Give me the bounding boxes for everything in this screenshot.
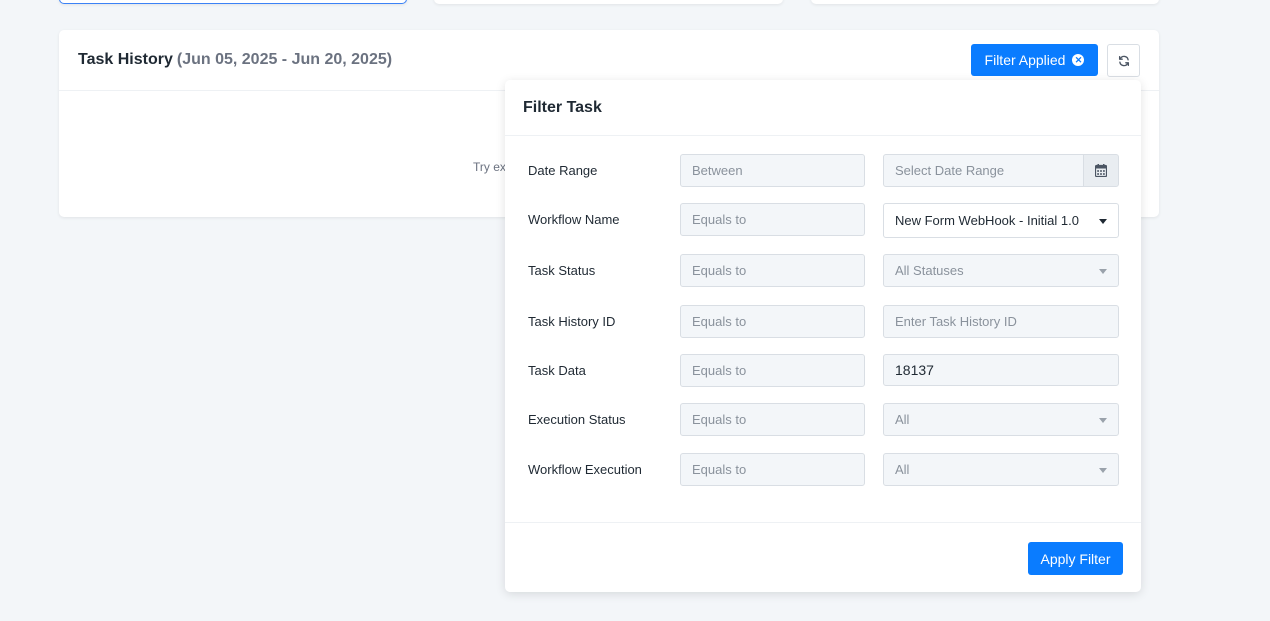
workflow-execution-operator[interactable]: Equals to <box>680 453 865 486</box>
task-status-select[interactable]: All Statuses <box>883 254 1119 287</box>
summary-card-2[interactable] <box>434 0 783 4</box>
execution-status-value: All <box>895 412 910 427</box>
chevron-down-icon <box>1099 269 1107 274</box>
filter-applied-label: Filter Applied <box>984 52 1066 68</box>
filter-label-task-status: Task Status <box>528 263 596 278</box>
workflow-execution-select[interactable]: All <box>883 453 1119 486</box>
summary-card-3[interactable] <box>811 0 1159 4</box>
workflow-name-operator[interactable]: Equals to <box>680 203 865 236</box>
chevron-down-icon <box>1099 219 1107 224</box>
filter-label-workflow-name: Workflow Name <box>528 212 620 227</box>
apply-filter-button[interactable]: Apply Filter <box>1028 542 1123 575</box>
filter-label-date-range: Date Range <box>528 163 598 178</box>
filter-row-task-history-id: Task History ID Equals to Enter Task His… <box>505 305 1141 339</box>
filter-row-date-range: Date Range Between Select Date Range <box>505 154 1141 188</box>
task-status-operator[interactable]: Equals to <box>680 254 865 287</box>
date-range-operator[interactable]: Between <box>680 154 865 187</box>
filter-panel-footer: Apply Filter <box>505 522 1141 592</box>
filter-label-task-data: Task Data <box>528 363 586 378</box>
filter-applied-button[interactable]: Filter Applied ✕ <box>971 44 1098 76</box>
chevron-down-icon <box>1099 418 1107 423</box>
filter-row-workflow-execution: Workflow Execution Equals to All <box>505 453 1141 487</box>
filter-label-execution-status: Execution Status <box>528 412 626 427</box>
filter-label-task-history-id: Task History ID <box>528 314 616 329</box>
filter-panel-title: Filter Task <box>523 98 602 116</box>
filter-row-task-status: Task Status Equals to All Statuses <box>505 254 1141 288</box>
workflow-name-select[interactable]: New Form WebHook - Initial 1.0 <box>883 203 1119 238</box>
task-status-value: All Statuses <box>895 263 964 278</box>
summary-card-1[interactable] <box>59 0 407 4</box>
date-range-input[interactable]: Select Date Range <box>883 154 1084 187</box>
refresh-button[interactable] <box>1107 44 1140 77</box>
task-data-operator[interactable]: Equals to <box>680 354 865 387</box>
task-history-id-operator[interactable]: Equals to <box>680 305 865 338</box>
workflow-name-value: New Form WebHook - Initial 1.0 <box>895 213 1079 228</box>
task-history-date-range: (Jun 05, 2025 - Jun 20, 2025) <box>176 51 393 68</box>
calendar-icon <box>1095 164 1107 177</box>
empty-state-hint: Try ex <box>473 160 506 174</box>
workflow-execution-value: All <box>895 462 910 477</box>
execution-status-operator[interactable]: Equals to <box>680 403 865 436</box>
filter-row-execution-status: Execution Status Equals to All <box>505 403 1141 437</box>
task-history-id-input[interactable]: Enter Task History ID <box>883 305 1119 338</box>
execution-status-select[interactable]: All <box>883 403 1119 436</box>
task-data-input[interactable]: 18137 <box>883 354 1119 386</box>
filter-task-panel: Filter Task Date Range Between Select Da… <box>505 80 1141 592</box>
filter-label-workflow-execution: Workflow Execution <box>528 462 642 477</box>
task-history-title: Task History <box>78 51 173 68</box>
calendar-button[interactable] <box>1083 154 1119 187</box>
filter-row-workflow-name: Workflow Name Equals to New Form WebHook… <box>505 203 1141 238</box>
chevron-down-icon <box>1099 468 1107 473</box>
close-circle-icon[interactable]: ✕ <box>1072 54 1085 66</box>
filter-panel-header: Filter Task <box>505 80 1141 136</box>
filter-row-task-data: Task Data Equals to 18137 <box>505 354 1141 388</box>
refresh-icon <box>1118 55 1129 66</box>
